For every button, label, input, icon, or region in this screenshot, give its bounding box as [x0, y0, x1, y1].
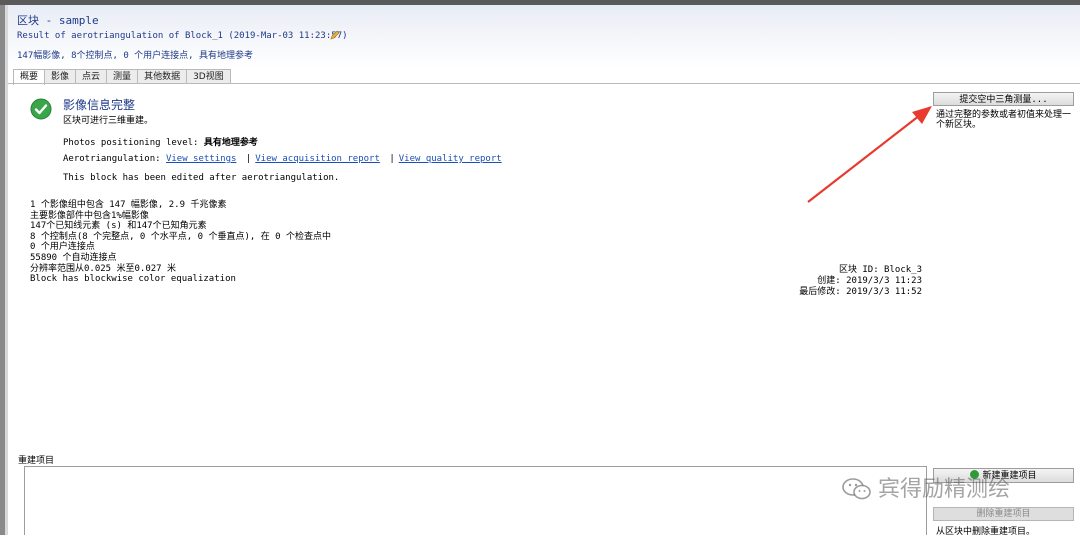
- block-meta: 区块 ID: Block_3 创建: 2019/3/3 11:23 最后修改: …: [799, 265, 922, 298]
- info-line: 8 个控制点(8 个完整点, 0 个水平点, 0 个垂直点), 在 0 个检查点…: [30, 231, 331, 242]
- check-circle-icon: [30, 98, 52, 120]
- link-separator: |: [245, 154, 252, 164]
- submit-aerotriangulation-button[interactable]: 提交空中三角测量...: [933, 92, 1074, 106]
- watermark: 宾得励精测绘: [842, 471, 1010, 503]
- tab-bar: 概要 影像 点云 测量 其他数据 3D视图: [13, 69, 231, 85]
- created-date: 创建: 2019/3/3 11:23: [817, 276, 922, 286]
- delete-reconstruction-description: 从区块中删除重建项目。: [936, 527, 1036, 537]
- info-line: 分辨率范围从0.025 米至0.027 米: [30, 263, 177, 274]
- positioning-value: 具有地理参考: [203, 138, 258, 148]
- tab-3d-view[interactable]: 3D视图: [186, 69, 231, 84]
- reconstruction-label: 重建项目: [18, 456, 55, 466]
- positioning-level: Photos positioning level: 具有地理参考: [63, 135, 258, 148]
- info-line: Block has blockwise color equalization: [30, 274, 236, 285]
- info-line: 55890 个自动连接点: [30, 252, 117, 263]
- reconstruction-list[interactable]: [24, 466, 927, 535]
- edited-note: This block has been edited after aerotri…: [63, 173, 340, 183]
- wechat-icon: [842, 478, 871, 500]
- aerotriangulation-label: Aerotriangulation:: [63, 154, 161, 164]
- block-info: 1 个影像组中包含 147 幅影像, 2.9 千兆像素 主要影像部件中包含1%幅…: [30, 200, 331, 285]
- tab-point-clouds[interactable]: 点云: [75, 69, 108, 84]
- view-quality-report-link[interactable]: View quality report: [399, 154, 502, 164]
- tab-divider: [8, 83, 1080, 84]
- block-title: 区块 - sample: [17, 14, 99, 27]
- modified-date: 最后修改: 2019/3/3 11:52: [799, 287, 922, 297]
- aerotriangulation-result: Result of aerotriangulation of Block_1 (…: [17, 31, 348, 41]
- left-panel-splitter[interactable]: [5, 5, 8, 535]
- aerotriangulation-links: Aerotriangulation: View settings | View a…: [63, 154, 502, 164]
- link-separator: |: [389, 154, 395, 164]
- tab-surveys[interactable]: 测量: [106, 69, 139, 84]
- watermark-text: 宾得励精测绘: [878, 477, 1011, 502]
- info-line: 主要影像部件中包含1%幅影像: [30, 210, 149, 221]
- status-subtitle: 区块可进行三维重建。: [63, 116, 154, 126]
- delete-reconstruction-button[interactable]: 删除重建项目: [933, 507, 1074, 521]
- status-title: 影像信息完整: [63, 98, 136, 112]
- block-id: 区块 ID: Block_3: [838, 265, 922, 275]
- pencil-icon[interactable]: [330, 30, 340, 40]
- tab-additional-data[interactable]: 其他数据: [137, 69, 188, 84]
- info-line: 1 个影像组中包含 147 幅影像, 2.9 千兆像素: [30, 200, 227, 210]
- view-settings-link[interactable]: View settings: [166, 154, 236, 164]
- view-acquisition-report-link[interactable]: View acquisition report: [255, 154, 380, 164]
- red-arrow-annotation: [807, 106, 932, 203]
- positioning-label: Photos positioning level:: [63, 138, 199, 148]
- submit-aerotriangulation-description: 通过完整的参数或者初值来处理一个新区块。: [936, 110, 1072, 130]
- block-summary: 147幅影像, 8个控制点, 0 个用户连接点, 具有地理参考: [17, 51, 254, 61]
- tab-photos[interactable]: 影像: [44, 69, 77, 84]
- info-line: 147个已知线元素 (s) 和147个已知角元素: [30, 221, 207, 232]
- info-line: 0 个用户连接点: [30, 242, 95, 253]
